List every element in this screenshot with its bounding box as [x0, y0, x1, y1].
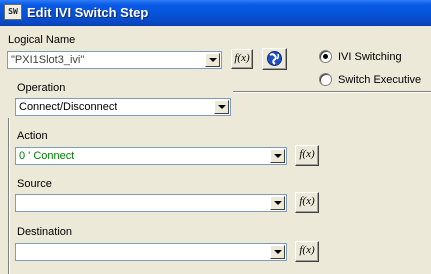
operation-value: Connect/Disconnect: [19, 101, 118, 113]
destination-expression-button[interactable]: f(x): [295, 241, 319, 262]
destination-label: Destination: [17, 226, 73, 238]
group-frame-top: [233, 91, 431, 93]
browse-switch-button[interactable]: [262, 48, 287, 70]
ivi-switching-label: IVI Switching: [338, 51, 402, 63]
operation-label: Operation: [17, 82, 66, 94]
operation-combobox[interactable]: Connect/Disconnect: [15, 98, 231, 116]
chevron-down-icon[interactable]: [270, 245, 285, 259]
action-value: 0 ' Connect: [19, 150, 75, 162]
globe-icon: [267, 51, 282, 66]
group-frame-left: [8, 118, 10, 274]
logical-name-value: "PXI1Slot3_ivi": [11, 54, 85, 66]
source-combobox[interactable]: [15, 194, 287, 212]
action-combobox[interactable]: 0 ' Connect: [15, 147, 287, 165]
chevron-down-icon[interactable]: [270, 149, 285, 163]
logical-name-label: Logical Name: [8, 34, 76, 46]
action-label: Action: [17, 130, 48, 142]
title-bar[interactable]: SW Edit IVI Switch Step: [0, 0, 431, 26]
destination-combobox[interactable]: [15, 243, 287, 261]
chevron-down-icon[interactable]: [214, 100, 229, 114]
action-expression-button[interactable]: f(x): [295, 145, 319, 166]
logical-name-expression-button[interactable]: f(x): [231, 49, 253, 69]
switch-executive-radio[interactable]: [319, 73, 332, 86]
chevron-down-icon[interactable]: [270, 196, 285, 210]
source-expression-button[interactable]: f(x): [295, 192, 319, 213]
radio-selected-dot: [323, 54, 328, 59]
source-label: Source: [17, 178, 52, 190]
ivi-switching-radio[interactable]: [319, 50, 332, 63]
chevron-down-icon[interactable]: [205, 53, 220, 67]
switch-executive-label: Switch Executive: [338, 74, 422, 86]
logical-name-combobox[interactable]: "PXI1Slot3_ivi": [7, 51, 222, 69]
switch-app-icon: SW: [4, 4, 22, 20]
window-title: Edit IVI Switch Step: [27, 5, 149, 20]
